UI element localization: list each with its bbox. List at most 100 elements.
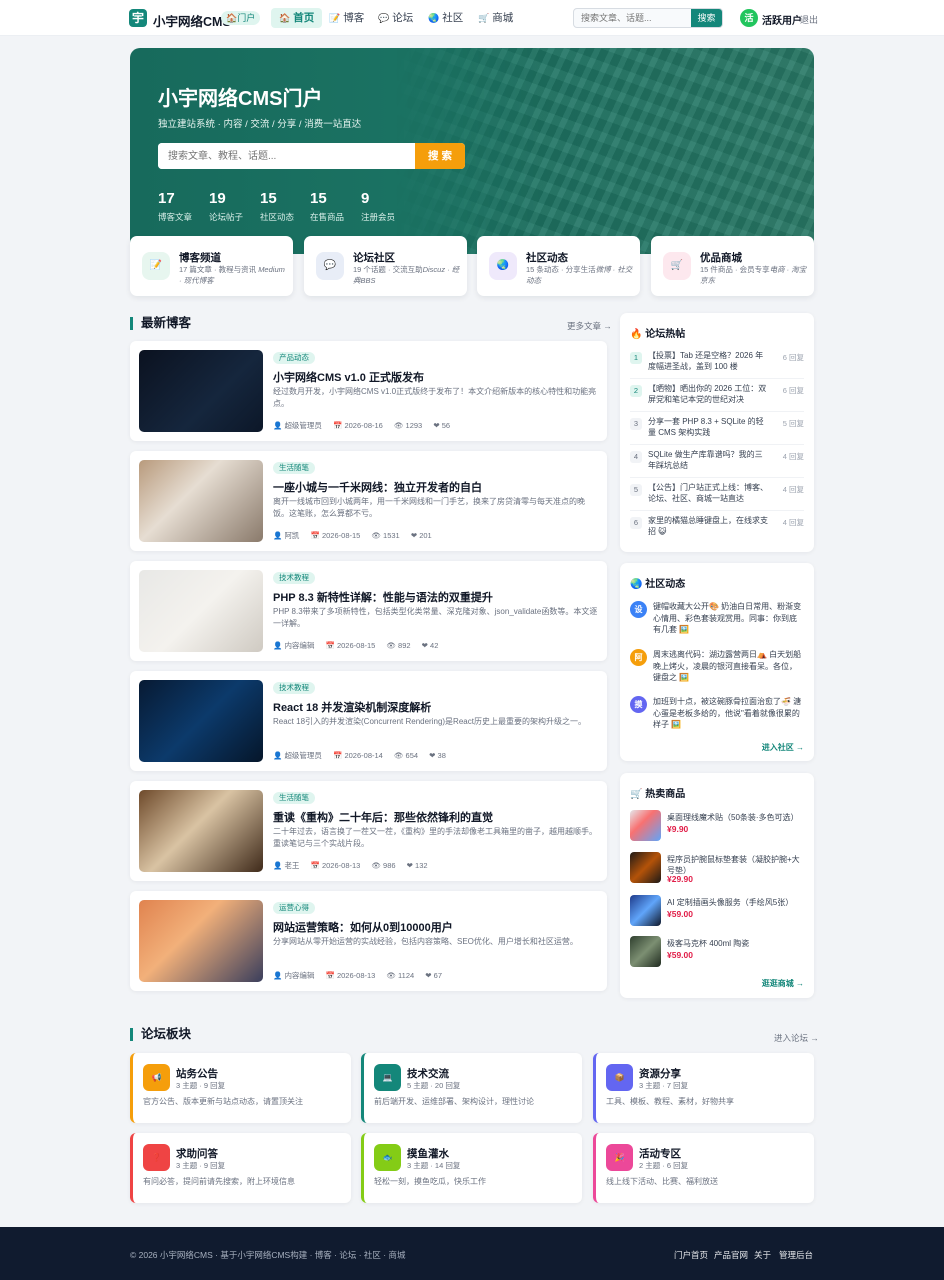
blog-post-card[interactable]: 产品动态 小宇网络CMS v1.0 正式版发布 经过数月开发，小宇网络CMS v…: [130, 341, 607, 441]
more-posts-link[interactable]: 更多文章 →: [567, 320, 612, 332]
post-thumbnail[interactable]: [139, 570, 263, 652]
post-date: 📅 2026-08-15: [325, 641, 376, 650]
post-tag[interactable]: 产品动态: [273, 352, 315, 364]
post-thumbnail[interactable]: [139, 900, 263, 982]
hero-search-button[interactable]: 搜 索: [415, 143, 465, 169]
product-item[interactable]: AI 定制插画头像服务（手绘风5张） ¥59.00: [630, 895, 804, 931]
site-logo[interactable]: 宇: [129, 9, 147, 27]
post-views: 👁 986: [371, 861, 396, 870]
party-icon: 🎉: [606, 1144, 633, 1171]
post-thumbnail[interactable]: [139, 790, 263, 872]
post-author: 👤 内容编辑: [273, 641, 315, 650]
nav-community[interactable]: 🌏 社区: [420, 8, 471, 28]
nav-shop[interactable]: 🛒 商城: [470, 8, 521, 28]
forum-hot-title: 🔥 论坛热帖: [630, 329, 686, 340]
nav-home[interactable]: 🏠 首页: [271, 8, 323, 28]
footer-link-portal[interactable]: 门户首页: [674, 1249, 708, 1261]
footer-link-about[interactable]: 关于: [754, 1249, 771, 1261]
blog-post-card[interactable]: 生活随笔 一座小城与一千米网线：独立开发者的自白 离开一线城市回到小城两年，用一…: [130, 451, 607, 551]
post-tag[interactable]: 运营心得: [273, 902, 315, 914]
channel-card-shop[interactable]: 🛒 优品商城 15 件商品 · 会员专享电商 · 淘宝京东: [651, 236, 814, 296]
forum-board-tech[interactable]: 💻 技术交流 5 主题 · 20 回复 前后端开发、运维部署、架构设计，理性讨论: [361, 1053, 582, 1123]
globe-icon: 🌏: [489, 252, 517, 280]
hot-thread[interactable]: 3 分享一套 PHP 8.3 + SQLite 的轻量 CMS 架构实践 5 回复: [630, 415, 804, 445]
home-icon: 🏠: [279, 13, 291, 23]
cart-icon: 🛒: [478, 13, 490, 23]
forum-board-events[interactable]: 🎉 活动专区 2 主题 · 6 回复 线上线下活动、比赛、福利放送: [593, 1133, 814, 1203]
nav-forum[interactable]: 💬 论坛: [370, 8, 421, 28]
hot-thread[interactable]: 4 SQLite 做生产库靠谱吗？我的三年踩坑总结 4 回复: [630, 448, 804, 478]
header-search-button[interactable]: 搜索: [691, 9, 722, 27]
post-excerpt: 离开一线城市回到小城两年，用一千米网线和一门手艺，换来了房贷清零与每天准点的晚饭…: [273, 497, 585, 518]
channel-card-community[interactable]: 🌏 社区动态 15 条动态 · 分享生活微博 · 社交动态: [477, 236, 640, 296]
hot-thread[interactable]: 1 【投票】Tab 还是空格？2026 年度幅进圣战，盖到 100 楼6 回复: [630, 349, 804, 379]
post-views: 👁 654: [393, 751, 419, 760]
post-title[interactable]: 重读《重构》二十年后：那些依然锋利的直觉: [273, 809, 598, 825]
hot-products-title: 🛒 热卖商品: [630, 789, 686, 800]
megaphone-icon: 📢: [143, 1064, 170, 1091]
visit-shop-link[interactable]: 逛逛商城 →: [762, 978, 804, 989]
footer-link-admin[interactable]: 管理后台: [779, 1249, 813, 1261]
footer-copyright: © 2026 小宇网络CMS · 基于小宇网络CMS构建 · 博客 · 论坛 ·…: [130, 1250, 406, 1260]
channel-card-forum[interactable]: 💬 论坛社区 19 个话题 · 交流互助Discuz · 经典BBS: [304, 236, 467, 296]
avatar: 摸: [630, 696, 647, 713]
post-tag[interactable]: 生活随笔: [273, 792, 315, 804]
brand-name[interactable]: 小宇网络CMS: [153, 11, 231, 30]
post-tag[interactable]: 生活随笔: [273, 462, 315, 474]
post-author: 👤 超级管理员: [273, 751, 322, 760]
post-date: 📅 2026-08-16: [333, 421, 383, 430]
post-views: 👁 1293: [393, 421, 423, 430]
hot-thread[interactable]: 2 【晒物】晒出你的 2026 工位：双屏党和笔记本党的世纪对决 6 回复: [630, 382, 804, 412]
forum-board-resources[interactable]: 📦 资源分享 3 主题 · 7 回复 工具、模板、教程、素材，好物共享: [593, 1053, 814, 1123]
post-title[interactable]: 一座小城与一千米网线：独立开发者的自白: [273, 479, 598, 495]
blog-post-card[interactable]: 运营心得 网站运营策略：如何从0到10000用户 分享网站从零开始运营的实战经验…: [130, 891, 607, 991]
header-search: 搜索: [573, 8, 723, 28]
logout-link[interactable]: 退出: [800, 13, 818, 26]
product-item[interactable]: 程序员护腕鼠标垫套装（凝胶护腕+大号垫） ¥29.90: [630, 852, 804, 888]
nav-blog[interactable]: 📝 博客: [321, 8, 372, 28]
hero-title: 小宇网络CMS门户: [158, 88, 323, 110]
community-post[interactable]: 设键帽收藏大公开🎨 奶油白日常用、粉渐变心情用、彩色套装观赏用。同事：你到底有几…: [630, 601, 804, 641]
community-post[interactable]: 阿周末逃离代码：湖边露营两日⛺ 白天划船晚上烤火，凌晨的银河直接看呆。各位，键盘…: [630, 649, 804, 689]
hero-subtitle: 独立建站系统 · 内容 / 交流 / 分享 / 消费一站直达: [158, 119, 362, 130]
hero-search-input[interactable]: [158, 143, 415, 169]
channel-card-blog[interactable]: 📝 博客频道 17 篇文章 · 教程与资讯 Medium · 现代博客: [130, 236, 293, 296]
product-image: [630, 936, 661, 967]
product-item[interactable]: 极客马克杯 400ml 陶瓷 ¥59.00: [630, 936, 804, 972]
blog-post-card[interactable]: 技术教程 PHP 8.3 新特性详解：性能与语法的双重提升 PHP 8.3带来了…: [130, 561, 607, 661]
blog-post-card[interactable]: 生活随笔 重读《重构》二十年后：那些依然锋利的直觉 二十年过去，语言换了一茬又一…: [130, 781, 607, 881]
header-search-input[interactable]: [574, 9, 692, 27]
post-thumbnail[interactable]: [139, 350, 263, 432]
speech-bubble-icon: 💬: [316, 252, 344, 280]
hero-search: 搜 索: [158, 143, 465, 169]
hot-thread[interactable]: 5 【公告】门户站正式上线：博客、论坛、社区、商城一站直达 4 回复: [630, 481, 804, 511]
section-title-boards: 论坛板块: [130, 1028, 191, 1041]
enter-community-link[interactable]: 进入社区 →: [762, 742, 804, 753]
blog-post-card[interactable]: 技术教程 React 18 并发渲染机制深度解析 React 18引入的并发渲染…: [130, 671, 607, 771]
post-excerpt: React 18引入的并发渲染(Concurrent Rendering)是Re…: [273, 717, 586, 726]
post-thumbnail[interactable]: [139, 680, 263, 762]
product-image: [630, 852, 661, 883]
post-title[interactable]: React 18 并发渲染机制深度解析: [273, 699, 598, 715]
post-views: 👁 1531: [371, 531, 400, 540]
cart-icon: 🛒: [663, 252, 691, 280]
post-author: 👤 内容编辑: [273, 971, 315, 980]
forum-board-qa[interactable]: ❓ 求助问答 3 主题 · 9 回复 有问必答，提问前请先搜索，附上环境信息: [130, 1133, 351, 1203]
post-title[interactable]: 网站运营策略：如何从0到10000用户: [273, 919, 598, 935]
enter-forum-link[interactable]: 进入论坛 →: [774, 1032, 819, 1044]
avatar[interactable]: 活: [740, 9, 758, 27]
laptop-icon: 💻: [374, 1064, 401, 1091]
product-item[interactable]: 桌面理线魔术贴（50条装·多色可选） ¥9.90: [630, 810, 804, 846]
post-likes: ❤ 132: [406, 861, 428, 870]
post-tag[interactable]: 技术教程: [273, 572, 315, 584]
post-title[interactable]: 小宇网络CMS v1.0 正式版发布: [273, 369, 598, 385]
post-thumbnail[interactable]: [139, 460, 263, 542]
post-tag[interactable]: 技术教程: [273, 682, 315, 694]
community-post[interactable]: 摸加班到十点，被这碗豚骨拉面治愈了🍜 溏心蛋是老板多给的，他说"看着就像很累的样…: [630, 696, 804, 736]
post-title[interactable]: PHP 8.3 新特性详解：性能与语法的双重提升: [273, 589, 598, 605]
forum-board-casual[interactable]: 🐟 摸鱼灌水 3 主题 · 14 回复 轻松一刻，摸鱼吃瓜，快乐工作: [361, 1133, 582, 1203]
hot-thread[interactable]: 6 家里的橘猫总睡键盘上，在线求支招 😺 4 回复: [630, 514, 804, 544]
footer-link-product[interactable]: 产品官网: [714, 1249, 748, 1261]
forum-board-announcements[interactable]: 📢 站务公告 3 主题 · 9 回复 官方公告、版本更新与站点动态，请置顶关注: [130, 1053, 351, 1123]
username[interactable]: 活跃用户: [762, 12, 802, 27]
